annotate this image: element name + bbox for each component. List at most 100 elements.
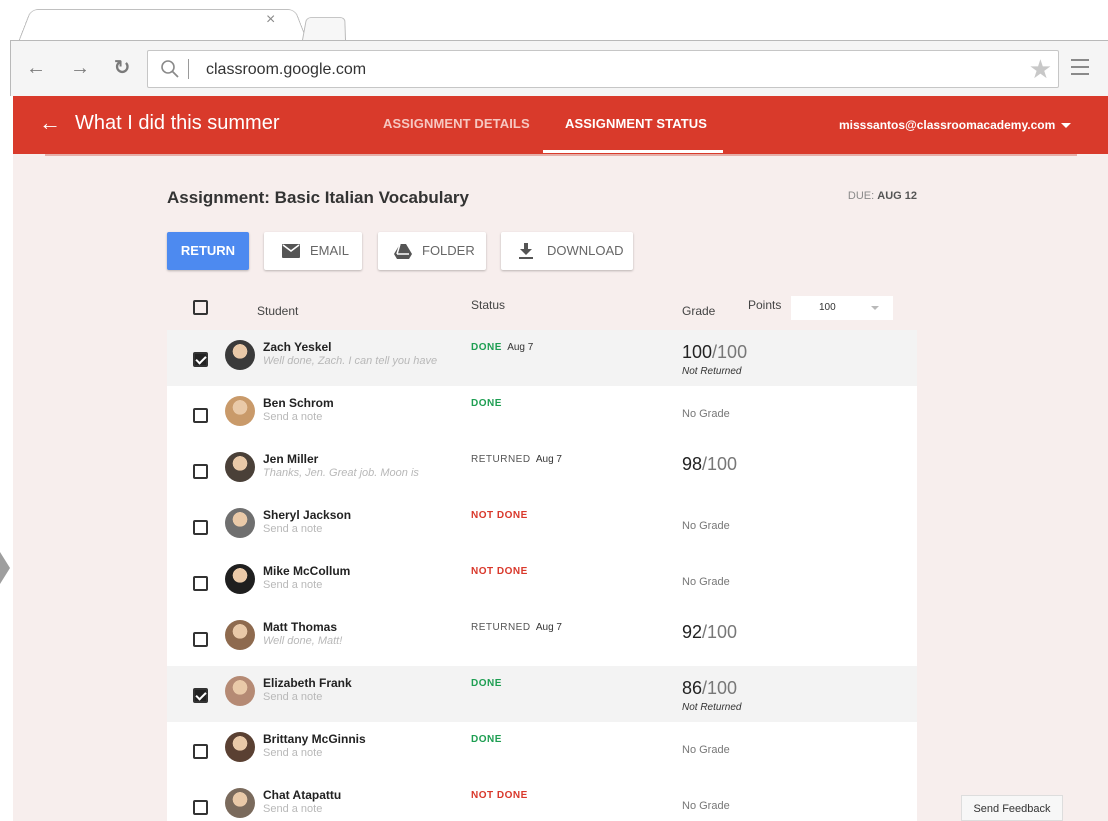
browser-tab[interactable] xyxy=(18,9,308,43)
dropdown-caret-icon xyxy=(871,306,879,310)
folder-button[interactable]: FOLDER xyxy=(378,232,486,270)
due-value: AUG 12 xyxy=(877,190,917,202)
student-avatar[interactable] xyxy=(225,564,255,594)
grade-value[interactable]: 98/100 xyxy=(682,454,737,475)
student-note[interactable]: Send a note xyxy=(263,691,322,703)
download-icon xyxy=(519,243,533,259)
table-row[interactable]: Brittany McGinnis Send a note DONE No Grade xyxy=(167,722,917,778)
student-note[interactable]: Send a note xyxy=(263,579,322,591)
forward-icon[interactable]: → xyxy=(69,55,91,81)
reload-icon[interactable]: ↻ xyxy=(111,55,133,81)
student-note[interactable]: Thanks, Jen. Great job. Moon is xyxy=(263,467,419,479)
student-avatar[interactable] xyxy=(225,676,255,706)
grade-state: Not Returned xyxy=(682,702,742,713)
download-button[interactable]: DOWNLOAD xyxy=(501,232,633,270)
student-note[interactable]: Send a note xyxy=(263,747,322,759)
row-checkbox[interactable] xyxy=(193,576,208,591)
table-row[interactable]: Sheryl Jackson Send a note NOT DONE No Grad… xyxy=(167,498,917,554)
due-label: DUE: xyxy=(847,190,875,202)
grade-value[interactable]: 86/100 xyxy=(682,678,737,699)
url-text[interactable]: classroom.google.com xyxy=(206,61,366,79)
grade-value[interactable]: 100/100 xyxy=(682,342,747,363)
student-name: Matt Thomas xyxy=(263,620,338,634)
return-button[interactable]: RETURN xyxy=(167,232,249,270)
student-note[interactable]: Send a note xyxy=(263,411,322,423)
student-avatar[interactable] xyxy=(225,620,255,650)
new-tab-button[interactable] xyxy=(302,17,346,40)
row-checkbox[interactable] xyxy=(193,688,208,703)
bookmark-star-icon[interactable]: ★ xyxy=(1029,55,1052,83)
row-checkbox[interactable] xyxy=(193,520,208,535)
drive-icon xyxy=(394,244,412,259)
status-text: DONE xyxy=(471,398,502,409)
student-note[interactable]: Send a note xyxy=(263,523,322,535)
address-bar[interactable]: classroom.google.com ★ xyxy=(147,50,1059,88)
row-checkbox[interactable] xyxy=(193,408,208,423)
grade-value[interactable]: 92/100 xyxy=(682,622,737,643)
status-date: Aug 7 xyxy=(535,622,562,633)
course-title: What I did this summer xyxy=(75,112,280,134)
back-icon[interactable]: ← xyxy=(25,55,47,81)
student-name: Chat Atapattu xyxy=(263,788,342,802)
row-checkbox[interactable] xyxy=(193,352,208,367)
browser-menu-icon[interactable] xyxy=(1071,59,1089,75)
column-points: Points xyxy=(748,298,782,312)
no-grade-text[interactable]: No Grade xyxy=(682,576,730,588)
browser-toolbar: ← → ↻ classroom.google.com ★ xyxy=(10,40,1108,96)
table-row[interactable]: Ben Schrom Send a note DONE No Grade xyxy=(167,386,917,442)
account-menu[interactable]: misssantos@classroomacademy.com xyxy=(839,118,1072,132)
no-grade-text[interactable]: No Grade xyxy=(682,408,730,420)
email-icon xyxy=(282,244,300,258)
points-select[interactable]: 100 xyxy=(791,296,893,320)
student-avatar[interactable] xyxy=(225,340,255,370)
back-arrow-icon[interactable]: ← xyxy=(39,110,61,136)
status-text: RETURNED xyxy=(471,454,531,465)
tab-assignment-status[interactable]: ASSIGNMENT STATUS xyxy=(565,116,707,131)
status-date: Aug 7 xyxy=(535,454,562,465)
student-name: Zach Yeskel xyxy=(263,340,332,354)
no-grade-text[interactable]: No Grade xyxy=(682,744,730,756)
table-row[interactable]: Zach Yeskel Well done, Zach. I can tell y… xyxy=(167,330,917,386)
app-bar: ← What I did this summer ASSIGNMENT DETA… xyxy=(13,96,1108,154)
status-badge: NOT DONE xyxy=(471,510,528,521)
no-grade-text[interactable]: No Grade xyxy=(682,800,730,812)
row-checkbox[interactable] xyxy=(193,464,208,479)
row-checkbox[interactable] xyxy=(193,744,208,759)
search-icon xyxy=(161,60,179,78)
student-note[interactable]: Well done, Zach. I can tell you have xyxy=(263,355,437,367)
caret-down-icon xyxy=(1061,123,1072,129)
select-all-checkbox[interactable] xyxy=(193,300,208,315)
student-name: Jen Miller xyxy=(263,452,319,466)
status-text: DONE xyxy=(471,734,502,745)
page-left-arrow xyxy=(0,552,10,584)
student-note[interactable]: Send a note xyxy=(263,803,322,815)
student-avatar[interactable] xyxy=(225,396,255,426)
table-row[interactable]: Mike McCollum Send a note NOT DONE No Grade xyxy=(167,554,917,610)
status-badge: NOT DONE xyxy=(471,790,528,801)
main-content: Assignment: Basic Italian Vocabulary DUE… xyxy=(167,156,917,821)
grade-max: /100 xyxy=(702,678,738,698)
table-row[interactable]: Jen Miller Thanks, Jen. Great job. Moon i… xyxy=(167,442,917,498)
tab-assignment-details[interactable]: ASSIGNMENT DETAILS xyxy=(383,116,530,131)
student-name: Mike McCollum xyxy=(263,564,351,578)
student-avatar[interactable] xyxy=(225,452,255,482)
student-avatar[interactable] xyxy=(225,508,255,538)
tab-close-icon[interactable]: × xyxy=(266,12,275,28)
status-text: NOT DONE xyxy=(471,790,528,801)
table-row[interactable]: Elizabeth Frank Send a note DONE 86/100 Not … xyxy=(167,666,917,722)
student-name: Elizabeth Frank xyxy=(263,676,352,690)
row-checkbox[interactable] xyxy=(193,800,208,815)
due-date: DUE: AUG 12 xyxy=(848,190,917,202)
row-checkbox[interactable] xyxy=(193,632,208,647)
no-grade-text[interactable]: No Grade xyxy=(682,520,730,532)
table-row[interactable]: Chat Atapattu Send a note NOT DONE No Grade xyxy=(167,778,917,821)
student-note[interactable]: Well done, Matt! xyxy=(263,635,342,647)
student-avatar[interactable] xyxy=(225,788,255,818)
tab-strip: × xyxy=(10,0,1108,43)
send-feedback-button[interactable]: Send Feedback xyxy=(961,795,1063,821)
status-badge: NOT DONE xyxy=(471,566,528,577)
table-row[interactable]: Matt Thomas Well done, Matt! RETURNED Aug … xyxy=(167,610,917,666)
column-grade: Grade xyxy=(682,304,716,318)
student-avatar[interactable] xyxy=(225,732,255,762)
email-button[interactable]: EMAIL xyxy=(264,232,362,270)
